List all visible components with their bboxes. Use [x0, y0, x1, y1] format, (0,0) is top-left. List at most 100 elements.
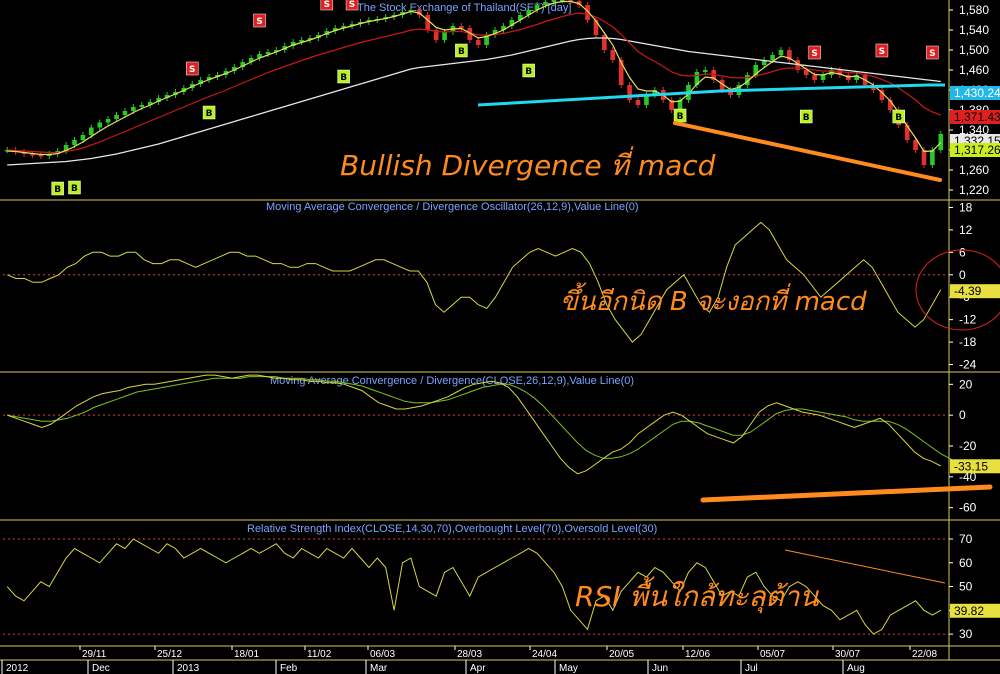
date-tick-label: 22/08 — [912, 649, 937, 660]
date-tick-label: 12/06 — [685, 649, 710, 660]
candle-body — [72, 140, 77, 145]
period-label: May — [559, 663, 578, 674]
candle-body — [543, 2, 548, 5]
candle-body — [442, 32, 447, 40]
candle-body — [105, 119, 111, 123]
date-tick-label: 25/12 — [157, 649, 182, 660]
buy-signal-letter: B — [803, 113, 810, 123]
date-tick-label: 28/03 — [457, 649, 482, 660]
sell-signal-letter: S — [256, 17, 262, 27]
rsi-value-badge: 39.82 — [950, 603, 1000, 618]
candle-body — [122, 111, 128, 115]
sell-signal-letter: S — [349, 0, 355, 10]
candle-body — [820, 75, 826, 80]
sell-signal-letter: S — [189, 65, 195, 75]
period-label: Feb — [280, 663, 298, 674]
candle-body — [114, 115, 119, 119]
y-tick-label: 1,220 — [959, 183, 989, 197]
y-tick-label: 50 — [959, 580, 973, 594]
y-tick-label: 60 — [959, 556, 973, 570]
buy-signal-letter: B — [458, 47, 465, 57]
y-tick-label: 1,260 — [959, 163, 989, 177]
y-tick-label: 0 — [959, 408, 966, 422]
y-tick-label: -24 — [959, 358, 977, 372]
candle-body — [551, 0, 557, 2]
candle-body — [921, 150, 927, 165]
period-label: Mar — [370, 663, 388, 674]
date-tick-label: 06/03 — [370, 649, 395, 660]
sell-signal-letter: S — [929, 49, 935, 59]
y-tick-label: 1,500 — [959, 43, 989, 57]
y-tick-label: -60 — [959, 501, 977, 515]
y-tick-label: 18 — [959, 200, 973, 214]
period-label: Apr — [470, 663, 486, 674]
y-tick-label: -12 — [959, 313, 977, 327]
date-tick-label: 20/05 — [609, 649, 634, 660]
candle-body — [88, 127, 94, 135]
date-tick-label: 30/07 — [835, 649, 860, 660]
rsi-badge-text: 39.82 — [954, 604, 984, 618]
date-tick-label: 29/11 — [82, 649, 107, 660]
candle-body — [139, 105, 145, 107]
y-tick-label: 6 — [959, 245, 966, 259]
candle-body — [610, 50, 616, 60]
price-annotation: Bullish Divergence ที่ macd — [340, 146, 716, 182]
buy-signal-letter: B — [525, 67, 532, 77]
macd-value-badge: -33.15 — [950, 459, 1000, 474]
oscillator-badge-text: -4.39 — [954, 284, 982, 298]
candle-body — [475, 40, 481, 45]
y-tick-label: 20 — [959, 377, 973, 391]
period-label: Jul — [745, 663, 758, 674]
date-tick-label: 05/07 — [760, 649, 785, 660]
candle-body — [770, 55, 775, 60]
buy-signal-letter: B — [206, 109, 213, 119]
candle-body — [80, 135, 86, 140]
oscillator-value-badge: -4.39 — [950, 284, 1000, 299]
candle-body — [38, 155, 44, 157]
sell-signal-letter: S — [811, 49, 817, 59]
y-tick-label: 70 — [959, 532, 973, 546]
macd-badge-text: -33.15 — [954, 459, 988, 473]
price-badge-text: 1,430.24 — [954, 86, 1000, 100]
technical-chart: The Stock Exchange of Thailand(SET) [day… — [0, 0, 1000, 674]
date-tick-label: 11/02 — [307, 649, 332, 660]
y-tick-label: 12 — [959, 223, 973, 237]
rsi-annotation: RSI พื้นใกล้ทะลุต้าน — [575, 576, 819, 614]
sell-signal-letter: S — [324, 0, 330, 10]
candle-body — [930, 150, 935, 165]
period-label: Jun — [652, 663, 668, 674]
buy-signal-letter: B — [340, 73, 347, 83]
y-tick-label: 1,540 — [959, 23, 989, 37]
candle-body — [812, 75, 817, 80]
date-tick-label: 24/04 — [532, 649, 557, 660]
y-tick-label: -20 — [959, 439, 977, 453]
period-label: Aug — [847, 663, 865, 674]
candle-body — [425, 15, 431, 30]
candle-body — [131, 107, 136, 111]
candle-body — [778, 50, 784, 55]
price-badge-text: 1,317.26 — [954, 143, 1000, 157]
candle-body — [618, 60, 624, 85]
candle-body — [602, 35, 607, 50]
y-tick-label: -18 — [959, 335, 977, 349]
candle-body — [702, 70, 708, 72]
price-badge-text: 1,371.43 — [954, 110, 1000, 124]
period-label: 2013 — [177, 663, 200, 674]
date-tick-label: 18/01 — [234, 649, 259, 660]
sell-signal-letter: S — [879, 47, 885, 57]
candle-body — [938, 134, 944, 150]
y-tick-label: 0 — [959, 268, 966, 282]
candle-body — [635, 100, 641, 105]
buy-signal-letter: B — [54, 185, 61, 195]
oscillator-annotation: ขึ้นอีกนิด B จะงอกที่ macd — [560, 282, 867, 317]
candle-body — [459, 26, 464, 28]
buy-signal-letter: B — [895, 113, 902, 123]
period-label: 2012 — [6, 663, 29, 674]
candle-body — [97, 122, 103, 128]
y-tick-label: 1,580 — [959, 3, 989, 17]
buy-signal-letter: B — [677, 112, 684, 122]
y-tick-label: 1,460 — [959, 63, 989, 77]
rsi-pane-title: Relative Strength Index(CLOSE,14,30,70),… — [247, 523, 657, 535]
candle-body — [265, 52, 271, 54]
oscillator-pane-title: Moving Average Convergence / Divergence … — [266, 201, 639, 213]
